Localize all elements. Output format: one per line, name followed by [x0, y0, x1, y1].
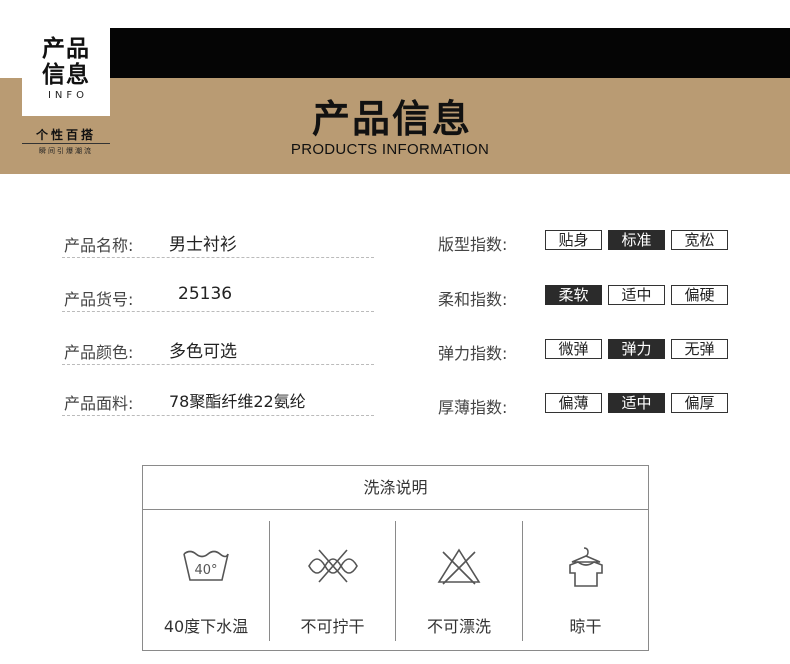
logo-line-1: 产品 [42, 36, 90, 62]
index-label-fit: 版型指数: [438, 235, 508, 254]
thickness-option-thin: 偏薄 [545, 393, 602, 413]
fit-option-standard: 标准 [608, 230, 665, 250]
no-wring-icon [270, 546, 395, 596]
info-value: 男士衬衫 [169, 235, 237, 255]
softness-option-soft: 柔软 [545, 285, 602, 305]
info-value: 25136 [178, 284, 233, 304]
wash-40-icon: 40° [143, 546, 269, 596]
logo-line-2: 信息 [42, 62, 90, 88]
info-value: 78聚酯纤维22氨纶 [169, 392, 306, 411]
elasticity-option-slight: 微弹 [545, 339, 602, 359]
wash-label: 不可拧干 [300, 617, 365, 636]
info-row-fabric: 产品面料: 78聚酯纤维22氨纶 [62, 384, 374, 416]
info-row-sku: 产品货号: 25136 [62, 280, 374, 312]
wash-label: 40度下水温 [163, 617, 249, 636]
index-label-softness: 柔和指数: [438, 290, 508, 309]
info-label: 产品名称: [64, 236, 134, 255]
thickness-option-medium: 适中 [608, 393, 665, 413]
washing-title: 洗涤说明 [143, 466, 648, 510]
washing-instructions-table: 洗涤说明 40° 40度下水温 不可拧干 不可漂洗 晾干 [142, 465, 649, 651]
index-label-thickness: 厚薄指数: [438, 398, 508, 417]
wash-label: 晾干 [569, 617, 602, 636]
wash-item-40: 40° 40度下水温 [143, 510, 269, 650]
page-title: 产品信息 [0, 88, 780, 143]
thickness-option-thick: 偏厚 [671, 393, 728, 413]
wash-item-hang-dry: 晾干 [523, 510, 648, 650]
no-bleach-icon [396, 546, 522, 596]
softness-option-hard: 偏硬 [671, 285, 728, 305]
elasticity-option-none: 无弹 [671, 339, 728, 359]
hang-dry-icon [523, 546, 648, 596]
info-value: 多色可选 [169, 342, 237, 362]
info-label: 产品颜色: [64, 343, 134, 362]
info-row-color: 产品颜色: 多色可选 [62, 333, 374, 365]
header-black-bar [22, 28, 790, 78]
index-label-elasticity: 弹力指数: [438, 344, 508, 363]
info-label: 产品面料: [64, 394, 134, 413]
info-row-name: 产品名称: 男士衬衫 [62, 226, 374, 258]
fit-option-slim: 贴身 [545, 230, 602, 250]
softness-option-medium: 适中 [608, 285, 665, 305]
page-title-text: 产品信息 [311, 97, 472, 141]
wash-label: 不可漂洗 [426, 617, 491, 636]
wash-40-icon-text: 40° [194, 563, 217, 578]
wash-item-no-wring: 不可拧干 [270, 510, 395, 650]
page-subtitle: PRODUCTS INFORMATION [290, 141, 490, 158]
info-label: 产品货号: [64, 290, 134, 309]
fit-option-loose: 宽松 [671, 230, 728, 250]
wash-item-no-bleach: 不可漂洗 [396, 510, 522, 650]
elasticity-option-stretch: 弹力 [608, 339, 665, 359]
